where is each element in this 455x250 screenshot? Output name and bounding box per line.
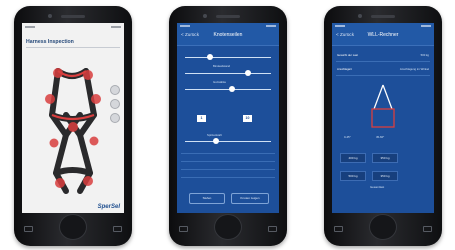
status-bar [180, 25, 276, 29]
speaker-grille [61, 15, 85, 18]
camera-dot [48, 14, 52, 18]
home-button[interactable] [59, 214, 87, 240]
label-b: Gurtstärke [213, 80, 227, 84]
marker-left-waist [49, 138, 59, 148]
show-knots-button[interactable]: Knoten zeigen [231, 193, 269, 204]
marker-right-leg [83, 176, 93, 186]
speaker-grille [216, 15, 240, 18]
home-button[interactable] [369, 214, 397, 240]
marker-right-chest [91, 94, 101, 104]
marker-right-shoulder [83, 70, 93, 80]
info-icon[interactable] [110, 99, 120, 109]
camera-dot [358, 14, 362, 18]
total-label: Gesamtlast [370, 185, 385, 189]
slider-3[interactable] [185, 86, 271, 92]
slider-2[interactable] [185, 70, 271, 76]
value-box-2[interactable]: 10 [243, 115, 252, 122]
wll-calculator-screen: < Zurück WLL-Rechner Gewicht der Last 50… [332, 23, 434, 213]
screen-title: Knotenseilen [213, 32, 243, 38]
value-box-1[interactable]: 1 [197, 115, 206, 122]
label-c: Spitzenkraft [207, 133, 222, 137]
angle-a: 0-45° [344, 135, 351, 139]
divider-3 [181, 169, 275, 170]
result-green-b: 350 kg [372, 171, 398, 181]
marker-left-leg [55, 178, 65, 188]
result-green-a: 500 kg [340, 171, 366, 181]
nav-bar: < Zurück Knotenseilen [177, 23, 279, 46]
divider-2 [181, 161, 275, 162]
divider-1 [181, 153, 275, 154]
label-a: Bindeabstand [213, 64, 231, 68]
slider-4[interactable] [185, 138, 271, 144]
divider-4 [181, 177, 275, 178]
phone-3: < Zurück WLL-Rechner Gewicht der Last 50… [324, 6, 442, 246]
marker-left-chest [45, 94, 55, 104]
camera-dot [203, 14, 207, 18]
knot-settings-screen: < Zurück Knotenseilen Bindeabstand Gurts… [177, 23, 279, 213]
marker-right-waist [89, 136, 99, 146]
phone-2: < Zurück Knotenseilen Bindeabstand Gurts… [169, 6, 287, 246]
brand-logo: SperSel [97, 204, 120, 210]
help-icon[interactable] [110, 113, 120, 123]
capacity-field-b[interactable]: 350 kg [372, 153, 398, 163]
speaker-grille [371, 15, 395, 18]
capacity-field-a[interactable]: 400 kg [340, 153, 366, 163]
marker-left-shoulder [53, 68, 63, 78]
harness-inspection-screen: Harness Inspection SperSel [22, 23, 124, 213]
phone-1: Harness Inspection SperSel [14, 6, 132, 246]
slider-1[interactable] [185, 54, 271, 60]
zoom-icon[interactable] [110, 85, 120, 95]
angle-b: 45-60° [376, 135, 385, 139]
home-button[interactable] [214, 214, 242, 240]
steps-button[interactable]: Stufen [189, 193, 225, 204]
marker-center [68, 122, 78, 132]
harness-image[interactable] [22, 23, 124, 213]
